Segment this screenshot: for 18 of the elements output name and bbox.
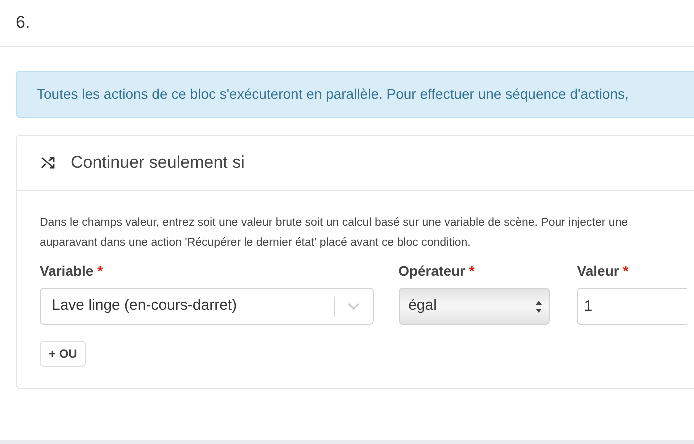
up-down-arrows-icon <box>535 300 544 314</box>
shuffle-icon <box>41 156 55 170</box>
required-asterisk: * <box>623 263 629 279</box>
step-number: 6. <box>16 12 30 34</box>
variable-dropdown[interactable]: Lave linge (en-cours-darret) <box>40 288 374 325</box>
add-or-button[interactable]: + OU <box>40 341 86 367</box>
required-asterisk: * <box>98 263 104 279</box>
card-title: Continuer seulement si <box>71 152 245 174</box>
help-text: auparavant dans une action 'Récupérer le dernier état' placé avant ce bloc condition. <box>40 236 472 251</box>
help-text: Dans le champs valeur, entrez soit une valeur brute soit un calcul basé sur une variable de scène. Pour injecter une <box>40 216 630 231</box>
value-input[interactable]: 1 <box>577 288 688 325</box>
field-label: Variable <box>40 263 94 279</box>
chevron-down-icon <box>348 302 360 310</box>
operator-select[interactable]: égal <box>398 288 550 325</box>
field-label: Valeur <box>577 263 620 279</box>
field-label: Opérateur <box>398 263 466 279</box>
info-alert: Toutes les actions de ce bloc s'exécuteront en parallèle. Pour effectuer une séquence d'actions, <box>16 71 694 118</box>
required-asterisk: * <box>469 263 475 279</box>
